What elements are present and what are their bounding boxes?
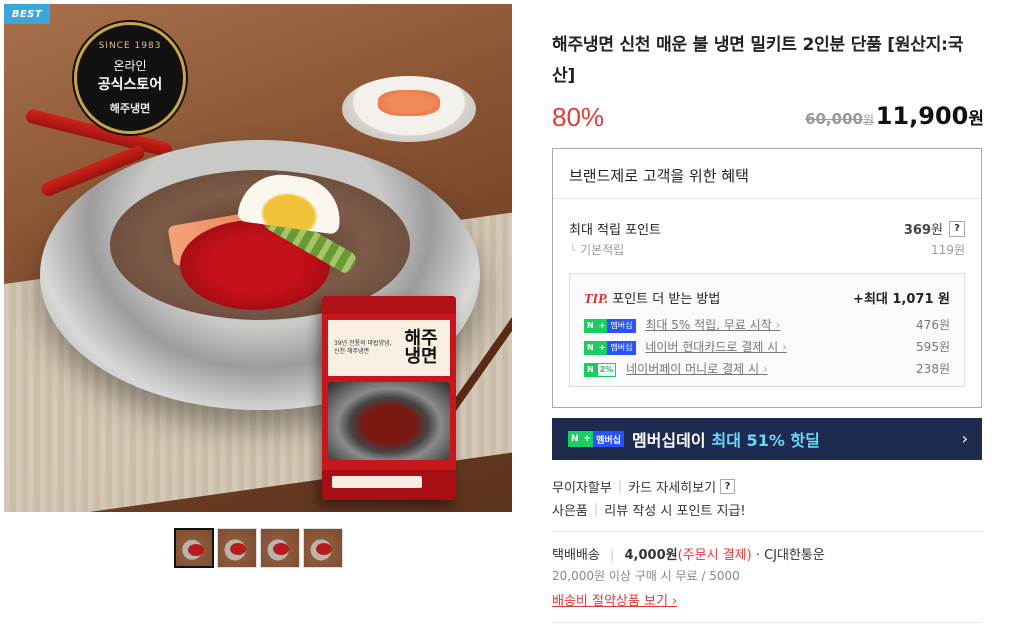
chevron-right-icon: › [961,429,968,448]
shipping-saving-link[interactable]: 배송비 절약상품 보기 › [552,590,677,609]
original-price: 60,000원 [805,110,874,128]
installment-link[interactable]: 무이자할부 [552,477,612,496]
product-package: 39년 전통의 마법양념, 신천 해주냉면 해주냉면 [322,296,456,500]
benefit-box: 브랜드제로 고객을 위한 혜택 최대 적립 포인트 369원 ? 기본적립 11… [552,148,982,408]
product-gallery: BEST SINCE 1983 온라인 공식스토어 해주냉면 39년 전통의 마… [4,4,512,636]
help-icon[interactable]: ? [949,220,965,237]
thumbnail-strip [174,528,343,568]
purchase-links: 무이자할부 | 카드 자세히보기 ? 사은품 | 리뷰 작성 시 포인트 지급! [552,477,746,519]
best-badge: BEST [4,4,50,24]
shipping-carrier: · CJ대한통운 [755,548,825,563]
max-points-row: 최대 적립 포인트 369원 ? [569,219,965,238]
naver-2pct-badge-icon: N 2% [584,362,617,377]
tip-item-npay-money[interactable]: N2% 네이버페이 머니로 결제 시 238원 [584,360,950,377]
thumbnail-1[interactable] [174,528,214,568]
kimchi [378,90,440,116]
tip-item-hyundai-card[interactable]: N+멤버십 네이버 현대카드로 결제 시 595원 [584,338,950,355]
tip-item-value: 476원 [916,318,950,332]
official-store-seal: SINCE 1983 온라인 공식스토어 해주냉면 [74,22,186,134]
seal-since: SINCE 1983 [98,40,162,51]
membership-day-text: 멤버십데이 [631,431,706,450]
shipping-fee: 4,000원 [624,548,678,563]
tip-header: TIP. 포인트 더 받는 방법 +최대 1,071 원 [584,288,950,308]
benefit-heading: 브랜드제로 고객을 위한 혜택 [553,149,981,199]
naver-membership-badge-icon: N + 멤버십 [584,318,636,333]
tip-item-value: 595원 [916,340,950,354]
tip-box: TIP. 포인트 더 받는 방법 +최대 1,071 원 N + 멤버십 최대 5% … [569,273,965,387]
membership-day-banner[interactable]: N + 멤버십 멤버십데이 최대 51% 핫딜 › [552,418,982,460]
review-points-text: 리뷰 작성 시 포인트 지급! [604,504,746,519]
discount-rate: 80% [552,102,605,132]
shipping-method: 택배배송 [552,548,600,563]
thumbnail-2[interactable] [217,528,257,568]
package-logo: 해주냉면 [404,328,438,367]
base-points-value: 119원 [931,243,965,257]
product-title: 해주냉면 신천 매운 불 냉면 밀키트 2인분 단품 [원산지:국산] [552,35,964,86]
naver-membership-badge-icon: N + 멤버십 [584,340,636,355]
seal-line2: 공식스토어 [97,76,163,93]
tip-item-label[interactable]: 네이버 현대카드로 결제 시 [645,340,787,354]
max-points-value: 369원 ? [904,219,965,238]
package-tagline: 39년 전통의 마법양념, 신천 해주냉면 [334,339,392,355]
max-points-label: 최대 적립 포인트 [569,223,661,238]
divider [552,531,982,532]
gift-link[interactable]: 사은품 [552,500,588,519]
seal-line1: 온라인 [113,58,147,73]
free-shipping-condition: 20,000원 이상 구매 시 무료 / 5000 [552,569,740,583]
tip-label: TIP. [584,292,609,307]
product-main-image[interactable]: BEST SINCE 1983 온라인 공식스토어 해주냉면 39년 전통의 마… [4,4,512,512]
package-label: 39년 전통의 마법양념, 신천 해주냉면 해주냉면 [328,320,450,376]
thumbnail-4[interactable] [303,528,343,568]
tip-max: +최대 1,071 원 [853,292,950,307]
base-points-row: 기본적립 119원 [569,241,965,258]
product-info: 해주냉면 신천 매운 불 냉면 밀키트 2인분 단품 [원산지:국산] 80% … [552,30,984,623]
divider [552,622,982,623]
tip-title: 포인트 더 받는 방법 [612,292,721,307]
kimchi-side-dish [342,76,476,142]
package-photo [328,382,450,460]
base-points-label: 기본적립 [569,241,624,258]
tip-item-value: 238원 [916,362,950,376]
shipping-info: 택배배송 | 4,000원(주문시 결제) · CJ대한통운 [552,548,825,563]
card-detail-link[interactable]: 카드 자세히보기 [628,477,716,496]
seal-brand: 해주냉면 [109,101,151,115]
sale-price: 11,900원 [875,102,984,130]
price-row: 80% 60,000원 11,900원 [552,96,984,140]
tip-item-membership[interactable]: N+멤버십 최대 5% 적립, 무료 시작 476원 [584,316,950,333]
shipping-fee-note: (주문시 결제) [677,548,752,563]
tip-item-label[interactable]: 최대 5% 적립, 무료 시작 [645,318,780,332]
tip-item-label[interactable]: 네이버페이 머니로 결제 시 [626,362,768,376]
membership-day-highlight: 최대 51% 핫딜 [711,431,820,450]
naver-membership-badge-icon: N + 멤버십 [568,431,624,447]
help-icon[interactable]: ? [720,479,736,494]
thumbnail-3[interactable] [260,528,300,568]
